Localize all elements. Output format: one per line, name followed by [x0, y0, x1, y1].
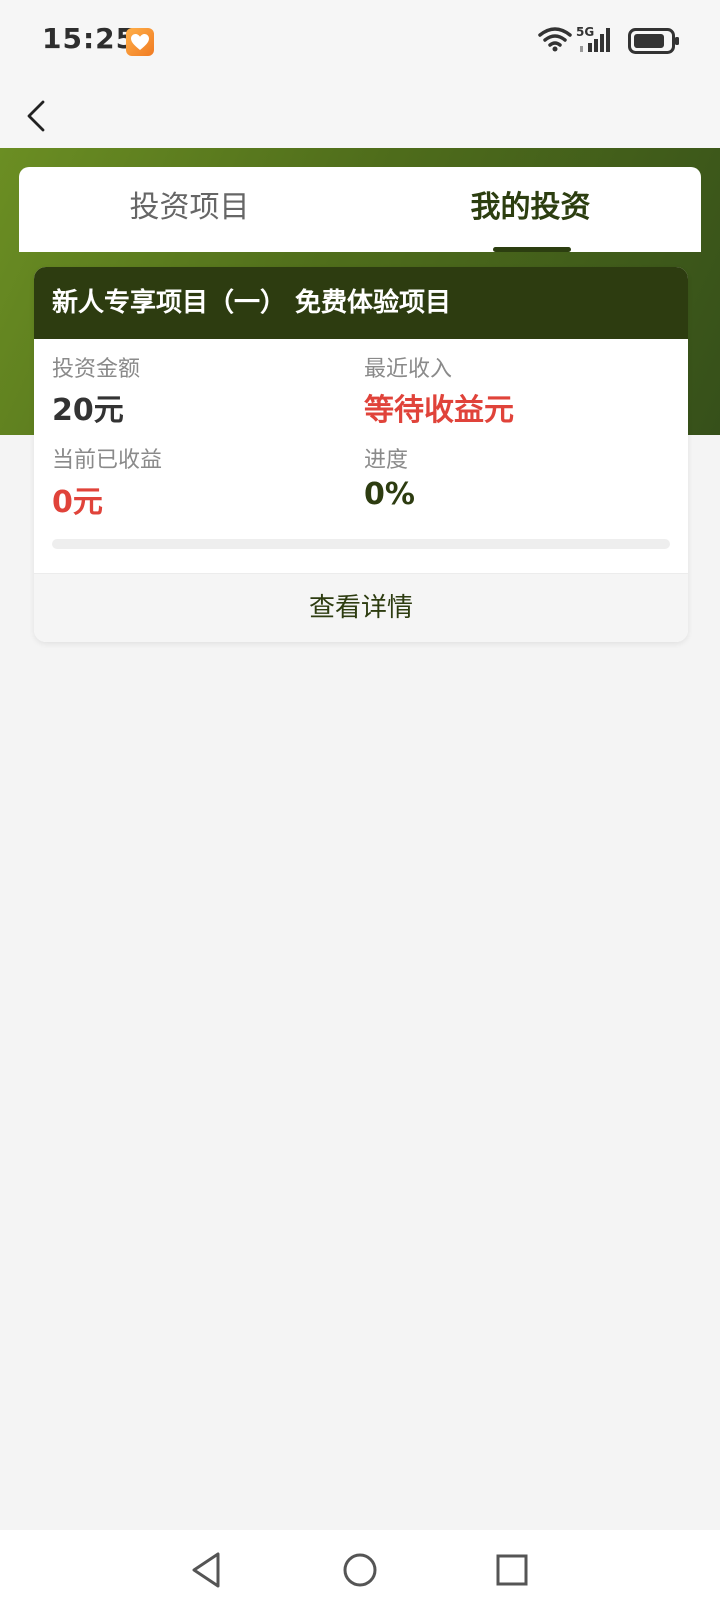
card-header: 新人专享项目（一） 免费体验项目 — [34, 267, 688, 339]
nav-recent-icon — [496, 1554, 528, 1586]
nav-home-icon — [343, 1553, 377, 1587]
tab-my-investments[interactable]: 我的投资 — [360, 167, 701, 252]
tab-bar: 投资项目 我的投资 — [19, 167, 701, 252]
back-arrow-icon — [27, 100, 45, 132]
earned-label: 当前已收益 — [52, 448, 163, 473]
system-home-button[interactable] — [338, 1548, 382, 1592]
project-title: 新人专享项目（一） 免费体验项目 — [52, 288, 452, 318]
system-back-button[interactable] — [186, 1548, 230, 1592]
investment-amount-label: 投资金额 — [52, 357, 141, 382]
signal-icon: 5G — [576, 25, 610, 52]
recent-income-value: 等待收益元 — [364, 393, 514, 428]
system-navigation-bar — [0, 1530, 720, 1610]
progress-bar — [52, 539, 670, 549]
status-time: 15:25 — [42, 22, 137, 55]
recent-income-label: 最近收入 — [364, 357, 453, 382]
investment-card: 新人专享项目（一） 免费体验项目 投资金额 20元 最近收入 等待收益元 当前已… — [34, 267, 688, 642]
app-notification-icon — [126, 28, 154, 56]
view-details-button[interactable]: 查看详情 — [34, 573, 688, 642]
progress-value: 0% — [364, 477, 415, 512]
active-tab-indicator — [493, 247, 571, 252]
progress-label: 进度 — [364, 448, 409, 473]
battery-icon — [628, 28, 679, 54]
tab-investment-projects[interactable]: 投资项目 — [19, 167, 360, 252]
status-bar: 15:25 5G — [0, 0, 720, 84]
investment-amount-value: 20元 — [52, 393, 124, 428]
system-recent-apps-button[interactable] — [490, 1548, 534, 1592]
nav-back-icon — [192, 1552, 220, 1588]
earned-value: 0元 — [52, 485, 103, 520]
network-label: 5G — [576, 25, 594, 39]
navigation-bar — [0, 84, 720, 148]
back-button[interactable] — [18, 90, 62, 142]
wifi-icon — [538, 27, 572, 52]
